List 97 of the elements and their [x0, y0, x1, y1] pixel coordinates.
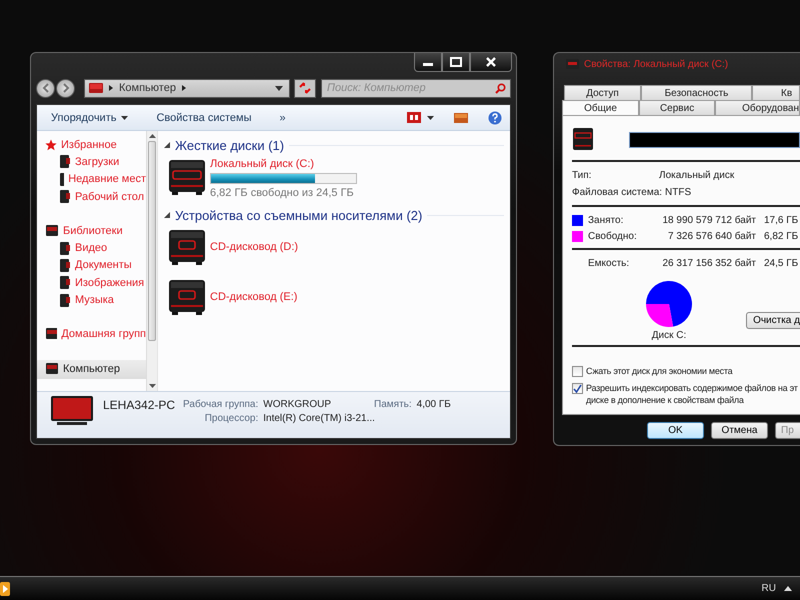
computer-icon [89, 82, 103, 94]
drive-icon [168, 278, 206, 316]
group-header[interactable]: Жесткие диски (1) [175, 138, 284, 152]
scrollbar[interactable] [146, 131, 157, 391]
sidebar-item[interactable]: Видео [37, 239, 146, 257]
refresh-button[interactable] [294, 78, 316, 98]
tab[interactable]: Доступ [564, 85, 641, 100]
size-value: 17,6 ГБ [764, 214, 798, 226]
refresh-icon [299, 82, 311, 94]
drive-icon [572, 127, 594, 153]
close-icon [485, 57, 497, 67]
minimize-button[interactable] [414, 53, 442, 72]
view-icon[interactable] [407, 112, 421, 123]
window-title: Свойства: Локальный диск (C:) [584, 58, 728, 70]
sidebar-item[interactable]: Избранное [37, 136, 146, 154]
field-label: Емкость: [588, 258, 630, 268]
tab[interactable]: Сервис [639, 100, 716, 115]
address-bar[interactable]: Компьютер [84, 78, 290, 98]
player-icon[interactable] [0, 582, 10, 596]
sidebar-item[interactable]: Изображения [37, 274, 146, 292]
field-value: NTFS [665, 187, 692, 198]
caret-icon[interactable] [427, 116, 434, 120]
sidebar-item[interactable]: Компьютер [37, 360, 146, 379]
field-value: Локальный диск [659, 170, 734, 181]
help-icon[interactable] [488, 110, 502, 124]
dropdown-icon [275, 86, 283, 90]
sidebar-item[interactable]: Библиотеки [37, 222, 146, 240]
sidebar-item[interactable]: Недавние мест [37, 170, 146, 188]
search-field[interactable]: Поиск: Компьютер [321, 78, 511, 98]
drive-item[interactable]: CD-дисковод (E:) [164, 275, 504, 319]
collapse-icon[interactable] [164, 142, 170, 148]
sidebar-item[interactable]: Музыка [37, 291, 146, 309]
drive-item[interactable]: CD-дисковод (D:) [164, 225, 504, 269]
checkbox[interactable] [572, 366, 583, 377]
maximize-icon [450, 57, 462, 67]
name-field[interactable] [629, 132, 800, 148]
drive-name: Локальный диск (C:) [210, 158, 316, 171]
chart-title: Диск C: [652, 330, 686, 341]
star-icon [45, 138, 57, 151]
drive-icon [168, 228, 206, 266]
field-label: Рабочая группа: [183, 399, 258, 410]
monitor-icon [49, 394, 95, 428]
sidebar-item[interactable]: Загрузки [37, 153, 146, 171]
scroll-down-icon [148, 384, 156, 388]
checkbox[interactable] [572, 383, 583, 394]
forward-button[interactable] [56, 78, 75, 98]
tray-expand-icon[interactable] [784, 586, 792, 591]
field-value: WORKGROUP [263, 399, 332, 410]
sidebar-item[interactable]: Рабочий стол [37, 188, 146, 206]
sidebar-item[interactable]: Домашняя групп [37, 326, 146, 343]
drive-icon [168, 158, 206, 196]
tab[interactable]: Оборудован [715, 100, 800, 115]
search-icon [495, 82, 506, 94]
caret-icon [121, 116, 128, 120]
size-value: 24,5 ГБ [764, 258, 798, 268]
field-value: Intel(R) Core(TM) i3-21... [263, 413, 376, 424]
maximize-button[interactable] [442, 53, 470, 72]
size-value: 6,82 ГБ [764, 230, 798, 242]
field-label: Тип: [572, 170, 592, 181]
tab[interactable]: Безопасность [641, 85, 752, 100]
drive-name: CD-дисковод (E:) [210, 290, 298, 305]
field-label: Память: [374, 399, 412, 410]
checkbox-label: Сжать этот диск для экономии места [586, 365, 732, 377]
check-icon [573, 384, 582, 393]
scroll-up-icon [148, 134, 156, 138]
computer-name: LEHA342-PC [103, 398, 176, 412]
free-space-text: 6,82 ГБ свободно из 24,5 ГБ [210, 187, 355, 199]
field-label: Занято: [588, 214, 624, 226]
disk-cleanup-button[interactable]: Очистка д [746, 312, 800, 329]
scrollbar-thumb[interactable] [148, 141, 156, 341]
address-path: Компьютер [119, 82, 176, 94]
byte-count: 7 326 576 640 байт [667, 230, 756, 242]
language-indicator[interactable]: RU [762, 583, 776, 594]
field-label: Процессор: [204, 413, 258, 424]
field-value: 4,00 ГБ [416, 399, 451, 410]
close-button[interactable] [470, 53, 512, 72]
dialog-button[interactable]: Отмена [711, 422, 768, 439]
field-label: Свободно: [588, 230, 638, 242]
more-button[interactable]: » [275, 110, 290, 126]
chevron-icon [180, 84, 187, 92]
drive-name: CD-дисковод (D:) [210, 240, 298, 255]
toolbar-button[interactable]: Свойства системы [152, 110, 256, 126]
drive-item[interactable]: Локальный диск (C:) 6,82 ГБ свободно из 24,5 ГБ [164, 155, 504, 199]
back-button[interactable] [36, 78, 55, 98]
byte-count: 26 317 156 352 байт [661, 258, 756, 268]
toolbar-button[interactable]: Упорядочить [47, 110, 132, 126]
tab[interactable]: Кв [752, 85, 800, 100]
collapse-icon[interactable] [164, 212, 170, 218]
preview-pane-icon[interactable] [454, 112, 468, 122]
tab[interactable]: Общие [562, 100, 640, 115]
byte-count: 18 990 579 712 байт [661, 214, 756, 226]
checkbox-label: Разрешить индексировать содержимое файлов на эт диске в дополнение к свойствам файла [586, 382, 798, 406]
chevron-icon [108, 84, 114, 92]
group-header[interactable]: Устройства со съемными носителями (2) [175, 208, 422, 222]
sidebar-item[interactable]: Документы [37, 256, 146, 274]
field-label: Файловая система: [572, 187, 662, 198]
dialog-button[interactable]: OK [647, 422, 704, 439]
